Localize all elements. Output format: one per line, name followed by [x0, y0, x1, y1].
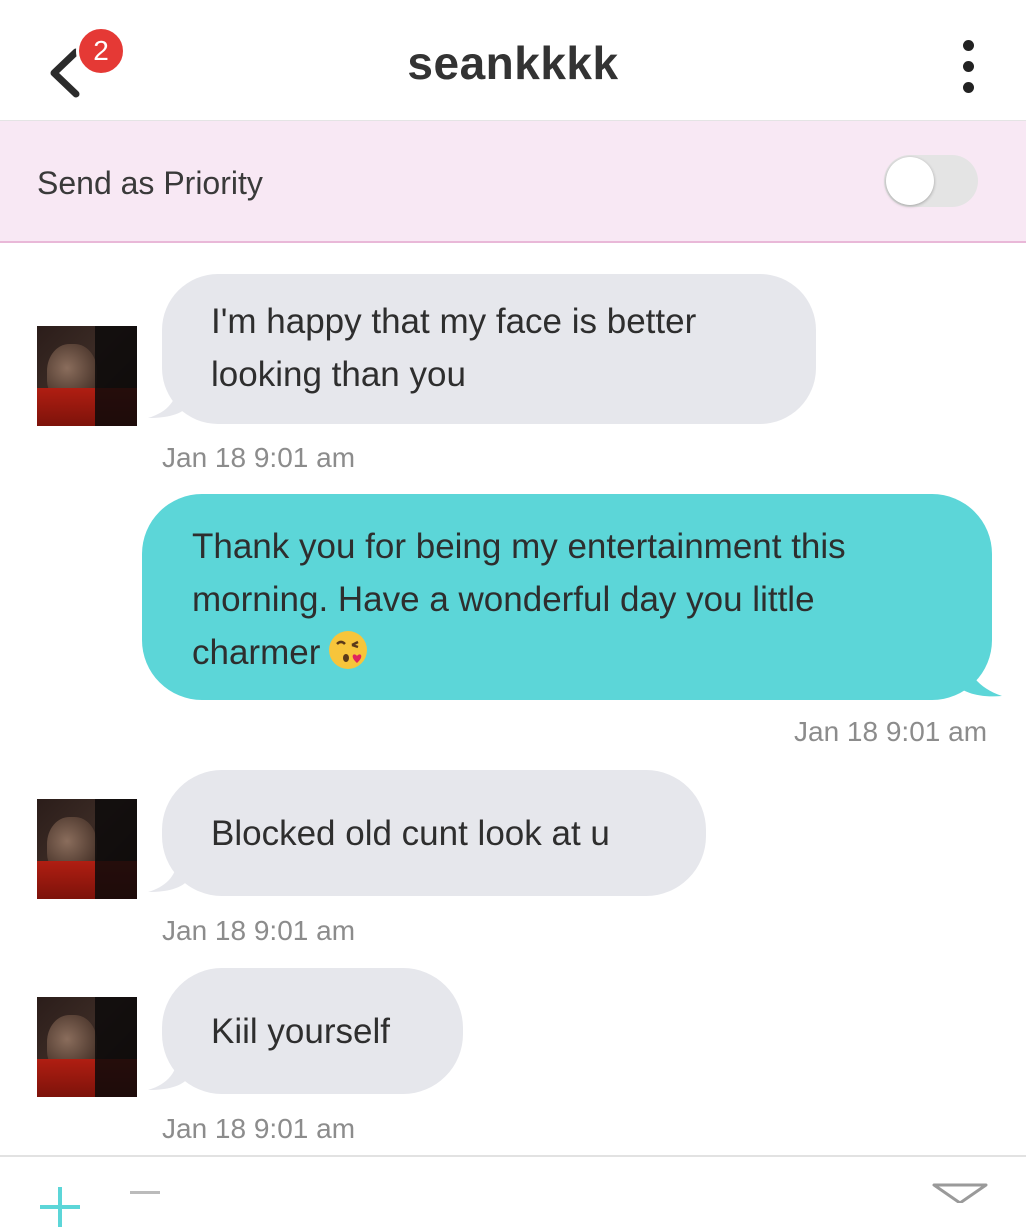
message-composer [0, 1155, 1026, 1227]
message-timestamp: Jan 18 9:01 am [162, 915, 356, 946]
message-bubble-incoming: I'm happy that my face is better looking… [162, 274, 816, 424]
message-input[interactable] [130, 1191, 160, 1194]
message-text-line: Blocked old cunt look at u [211, 814, 610, 853]
message-text-line-with-emoji: charmer [192, 626, 992, 679]
contact-avatar[interactable] [37, 997, 137, 1097]
message-timestamp: Jan 18 9:01 am [162, 1113, 356, 1144]
priority-bar: Send as Priority [0, 121, 1026, 243]
message-text-line: charmer [192, 633, 321, 672]
message-text-line: Kiil yourself [211, 1012, 390, 1051]
message-text-line: looking than you [211, 355, 466, 394]
more-vertical-icon [963, 40, 974, 51]
message-text-line: morning. Have a wonderful day you little [192, 580, 815, 619]
face-blowing-kiss-emoji [328, 630, 368, 670]
message-timestamp: Jan 18 9:01 am [794, 716, 988, 747]
message-timestamp: Jan 18 9:01 am [162, 442, 356, 473]
priority-label: Send as Priority [37, 165, 263, 201]
message-bubble-incoming: Blocked old cunt look at u [162, 770, 706, 896]
message-text-line: I'm happy that my face is better [211, 302, 697, 341]
contact-avatar[interactable] [37, 326, 137, 426]
more-vertical-icon-dot [963, 61, 974, 72]
toggle-knob [886, 157, 934, 205]
message-bubble-outgoing: Thank you for being my entertainment thi… [142, 494, 992, 700]
more-options-button[interactable] [944, 38, 994, 96]
more-vertical-icon-dot [963, 82, 974, 93]
priority-toggle[interactable] [884, 155, 978, 207]
contact-name: seankkkk [407, 37, 619, 89]
conversation-header: 2 seankkkk [0, 0, 1026, 121]
send-icon[interactable] [930, 1179, 990, 1203]
message-text-line: Thank you for being my entertainment thi… [192, 527, 846, 566]
message-bubble-incoming: Kiil yourself [162, 968, 463, 1094]
contact-avatar[interactable] [37, 799, 137, 899]
